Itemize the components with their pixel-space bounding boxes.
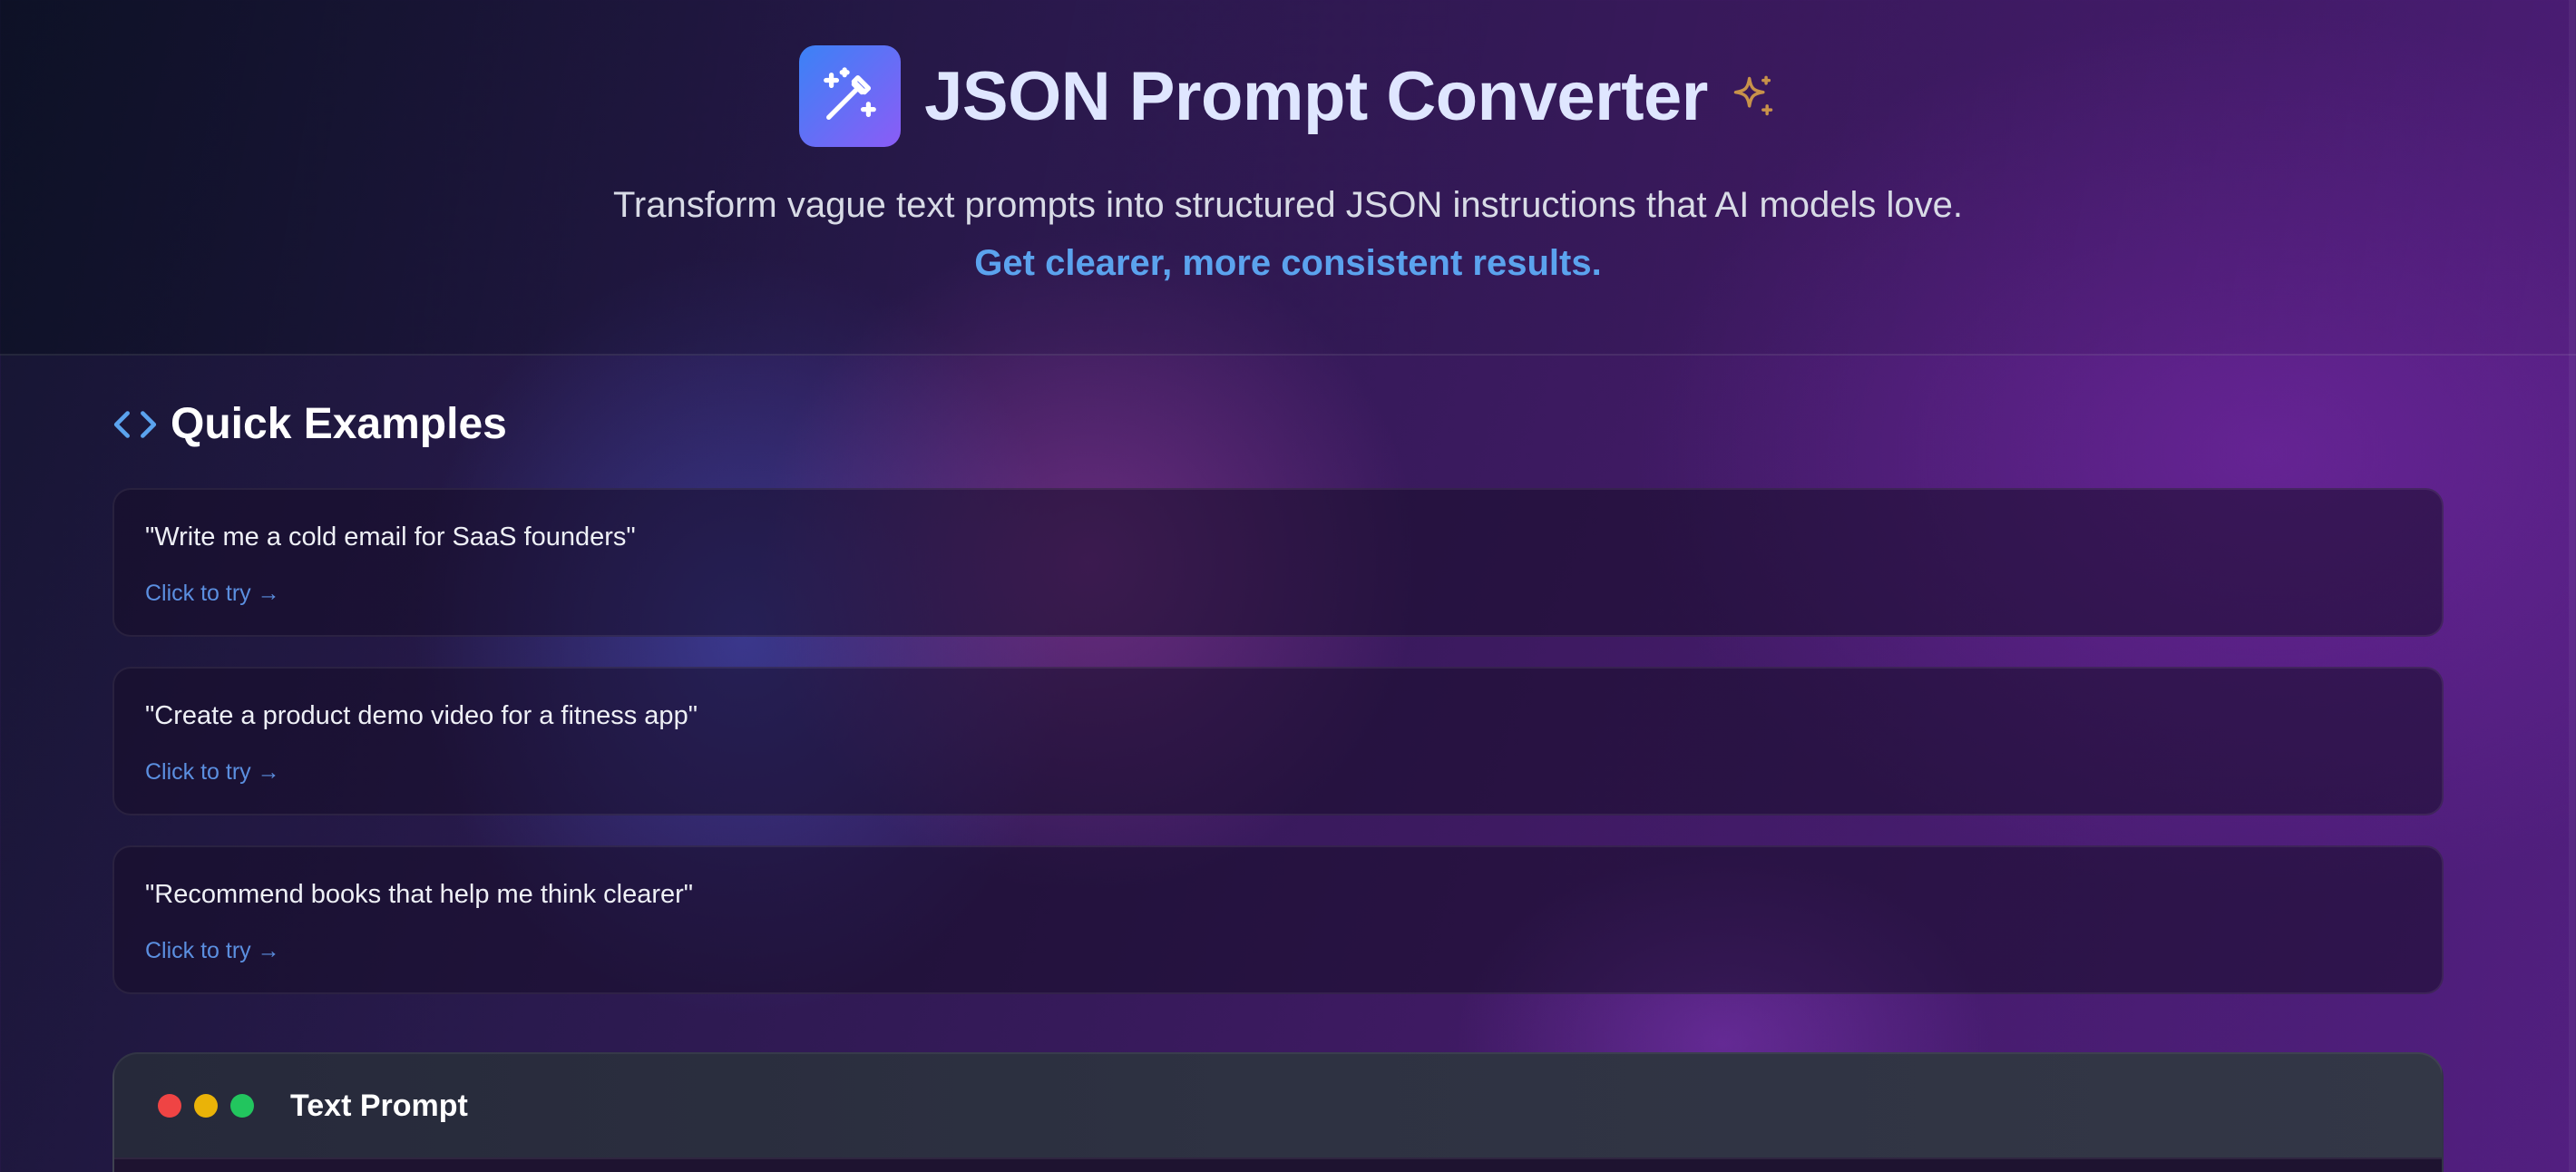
window-dot-green	[230, 1094, 254, 1118]
example-prompt: "Write me a cold email for SaaS founders…	[145, 523, 636, 552]
text-prompt-panel: Text Prompt	[112, 1052, 2444, 1172]
page-title: JSON Prompt Converter	[924, 57, 1708, 135]
panel-title: Text Prompt	[290, 1089, 468, 1123]
section-title: Quick Examples	[171, 400, 507, 448]
magic-wand-icon	[799, 45, 902, 147]
click-to-try-link[interactable]: Click to try →	[145, 759, 280, 786]
code-icon	[113, 410, 157, 438]
page-subtitle-accent: Get clearer, more consistent results.	[974, 243, 1602, 283]
quick-examples-heading: Quick Examples	[112, 399, 507, 449]
click-to-try-link[interactable]: Click to try →	[145, 581, 280, 607]
example-card[interactable]: "Create a product demo video for a fitne…	[112, 667, 2444, 816]
example-card[interactable]: "Write me a cold email for SaaS founders…	[112, 488, 2444, 637]
title-row: JSON Prompt Converter	[0, 45, 2576, 147]
page-header: JSON Prompt Converter Transform vague te…	[0, 0, 2576, 356]
page-subtitle: Transform vague text prompts into struct…	[612, 185, 1964, 225]
window-dot-yellow	[194, 1094, 218, 1118]
window-dot-red	[158, 1094, 181, 1118]
example-card[interactable]: "Recommend books that help me think clea…	[112, 845, 2444, 994]
window-edge	[2569, 0, 2576, 1172]
example-prompt: "Recommend books that help me think clea…	[145, 880, 694, 909]
example-prompt: "Create a product demo video for a fitne…	[145, 701, 698, 730]
sparkles-icon	[1733, 75, 1773, 116]
click-to-try-link[interactable]: Click to try →	[145, 938, 280, 964]
panel-body	[114, 1157, 2442, 1172]
